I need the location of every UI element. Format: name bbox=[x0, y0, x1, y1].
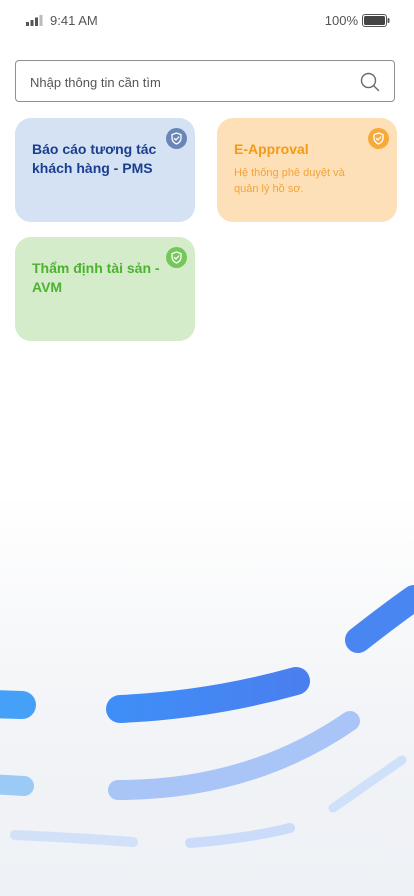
card-title: Báo cáo tương tác khách hàng - PMS bbox=[32, 141, 157, 176]
card-title: E-Approval bbox=[234, 141, 309, 157]
search-icon[interactable] bbox=[360, 72, 380, 92]
card-avm[interactable]: Thẩm định tài sản - AVM bbox=[15, 237, 195, 341]
shield-check-icon bbox=[166, 247, 187, 268]
search-bar[interactable] bbox=[15, 60, 395, 103]
card-e-approval[interactable]: E-Approval Hệ thống phê duyệt và quản lý… bbox=[217, 118, 397, 222]
card-description: Hệ thống phê duyệt và quản lý hồ sơ. bbox=[234, 167, 345, 195]
status-time: 9:41 AM bbox=[50, 13, 98, 28]
signal-icon bbox=[26, 15, 43, 26]
shield-check-icon bbox=[368, 128, 389, 149]
status-bar: 9:41 AM 100% bbox=[0, 0, 414, 44]
battery-icon bbox=[362, 14, 390, 27]
card-pms[interactable]: Báo cáo tương tác khách hàng - PMS bbox=[15, 118, 195, 222]
decorative-swooshes bbox=[0, 585, 414, 848]
battery-percentage: 100% bbox=[324, 13, 358, 28]
search-input[interactable] bbox=[28, 61, 352, 103]
card-title: Thẩm định tài sản - AVM bbox=[32, 260, 160, 295]
shield-check-icon bbox=[166, 128, 187, 149]
